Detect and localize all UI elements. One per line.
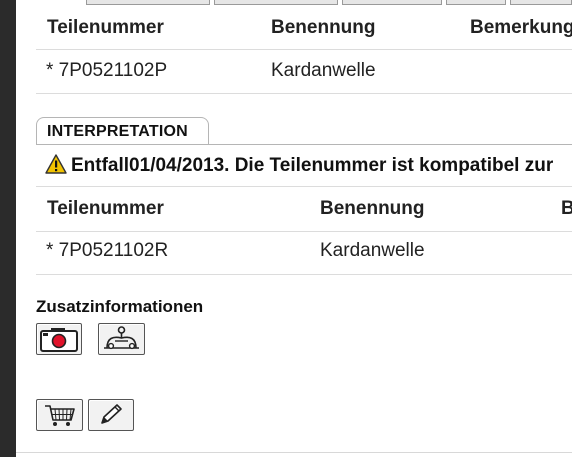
notice-text: Entfall01/04/2013. Die Teilenummer ist k… — [71, 155, 554, 176]
bottom-divider — [16, 452, 572, 453]
interchange-notice: Entfall01/04/2013. Die Teilenummer ist k… — [45, 154, 553, 177]
name-cell: Kardanwelle — [271, 60, 376, 81]
part-number-cell: * 7P0521102P — [46, 60, 168, 81]
column-header-name[interactable]: Benennung — [320, 198, 425, 220]
mechanic-info-button[interactable] — [98, 323, 145, 355]
additional-info-title: Zusatzinformationen — [36, 297, 204, 316]
camera-icon — [40, 328, 78, 352]
column-header-remark[interactable]: B — [561, 198, 572, 220]
tab-interpretation-label: INTERPRETATION — [47, 123, 188, 140]
tab-interpretation[interactable]: INTERPRETATION — [36, 117, 209, 145]
photo-button[interactable] — [36, 323, 82, 355]
table-header-row: Teilenummer Benennung Bemerkung — [36, 5, 572, 50]
left-sidebar-strip — [0, 0, 16, 457]
name-cell: Kardanwelle — [320, 240, 425, 261]
column-header-part-number[interactable]: Teilenummer — [47, 17, 164, 39]
add-to-cart-button[interactable] — [36, 399, 83, 431]
part-number-cell: * 7P0521102R — [46, 240, 169, 261]
column-header-part-number[interactable]: Teilenummer — [47, 198, 164, 220]
pencil-icon — [101, 404, 122, 424]
table-header-row: Teilenummer Benennung B — [36, 186, 572, 232]
column-header-remark[interactable]: Bemerkung — [470, 17, 572, 39]
tab-divider — [36, 144, 572, 145]
table-row[interactable]: * 7P0521102R Kardanwelle — [36, 231, 572, 275]
edit-note-button[interactable] — [88, 399, 134, 431]
mechanic-icon — [104, 326, 139, 350]
cart-icon — [45, 405, 75, 426]
column-header-name[interactable]: Benennung — [271, 17, 376, 39]
table-row[interactable]: * 7P0521102P Kardanwelle — [36, 50, 572, 94]
warning-icon — [45, 154, 67, 174]
